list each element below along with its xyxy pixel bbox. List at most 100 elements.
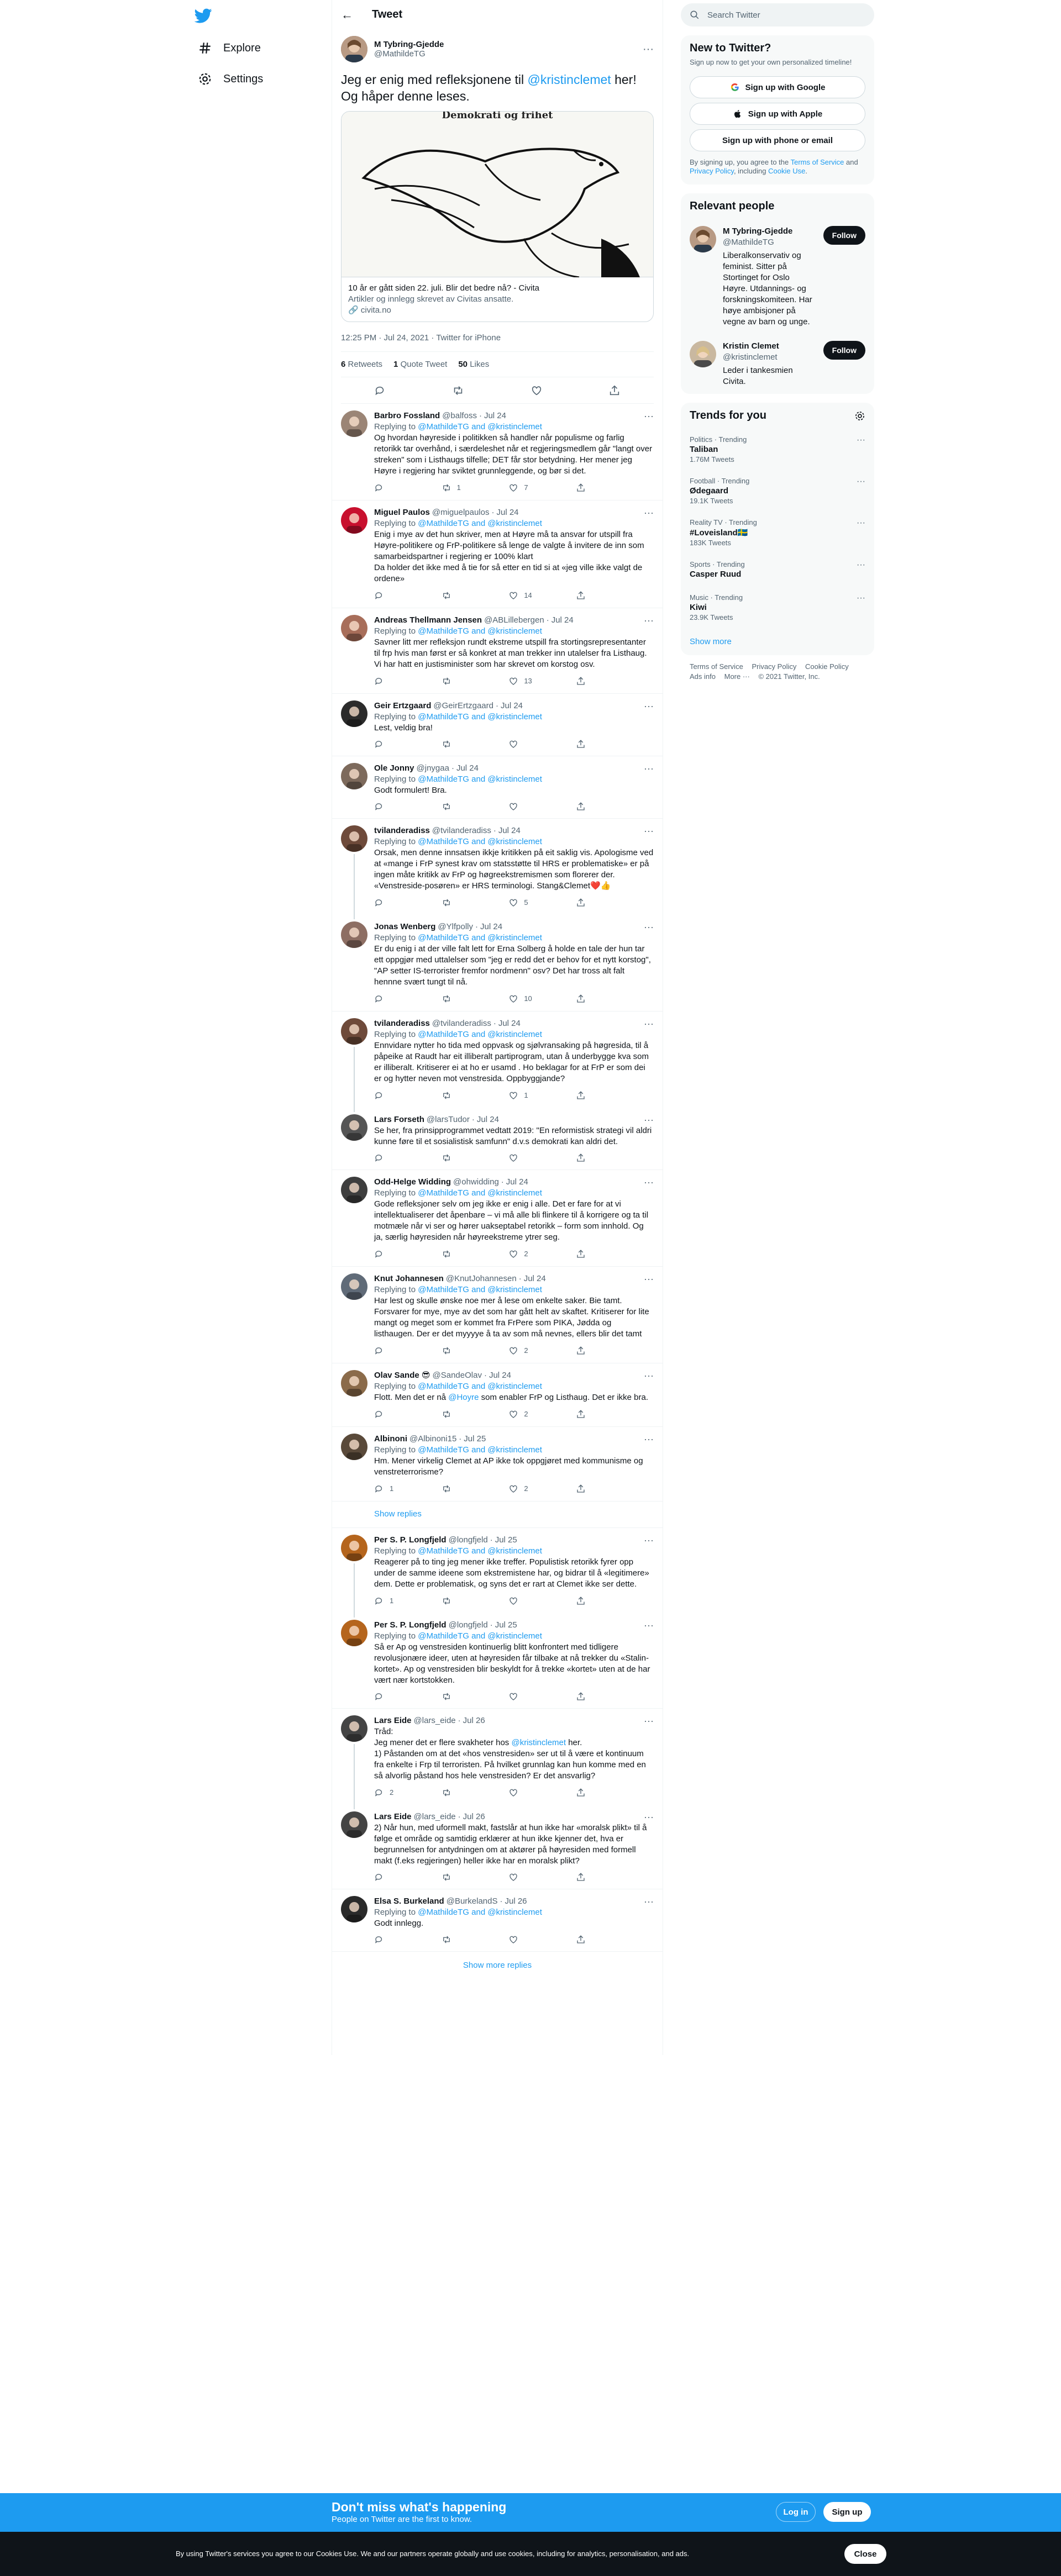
reply-action[interactable] xyxy=(374,1153,407,1163)
author-name[interactable]: M Tybring-Gjedde xyxy=(374,40,444,49)
reply-date[interactable]: Jul 25 xyxy=(464,1434,486,1445)
reply-tweet[interactable]: Albinoni @Albinoni15 · Jul 25 ··· Replying to… xyxy=(332,1427,663,1502)
replying-to-link[interactable]: @MathildeTG and @kristinclemet xyxy=(418,1445,542,1455)
replying-to-link[interactable]: @MathildeTG and @kristinclemet xyxy=(418,1382,542,1391)
reply-tweet[interactable]: Andreas Thellmann Jensen @ABLillebergen · J… xyxy=(332,608,663,694)
like-action[interactable]: 2 xyxy=(508,1409,542,1420)
retweets-stat[interactable]: 6 Retweets xyxy=(341,360,382,369)
reply-date[interactable]: Jul 24 xyxy=(498,825,521,836)
more-icon[interactable]: ··· xyxy=(644,700,654,712)
reply-author-handle[interactable]: @Ylfpolly xyxy=(438,921,473,933)
trend-item[interactable]: Football · Trending Ødegaard 19.1K Tweets ·… xyxy=(681,470,874,512)
show-more-trends[interactable]: Show more xyxy=(681,628,874,655)
replying-to-link[interactable]: @MathildeTG and @kristinclemet xyxy=(418,1908,542,1917)
avatar[interactable] xyxy=(341,1620,367,1646)
footer-ads[interactable]: Ads info xyxy=(690,672,716,681)
avatar[interactable] xyxy=(341,1811,367,1838)
retweet-action[interactable] xyxy=(442,1153,475,1163)
replying-to-link[interactable]: @MathildeTG and @kristinclemet xyxy=(418,933,542,942)
reply-author-name[interactable]: Jonas Wenberg xyxy=(374,921,435,933)
reply-tweet[interactable]: Olav Sande 😎 @SandeOlav · Jul 24 ··· Replying… xyxy=(332,1363,663,1427)
share-action[interactable] xyxy=(576,1595,609,1606)
reply-date[interactable]: Jul 25 xyxy=(495,1535,517,1546)
share-action[interactable] xyxy=(576,1692,609,1701)
author-handle[interactable]: @MathildeTG xyxy=(374,49,444,59)
reply-author-handle[interactable]: @larsTudor xyxy=(427,1114,470,1125)
retweet-action[interactable] xyxy=(442,1787,475,1798)
more-icon[interactable]: ··· xyxy=(644,1273,654,1284)
avatar[interactable] xyxy=(690,226,716,252)
mention-link[interactable]: @Hoyre xyxy=(448,1393,479,1402)
share-action[interactable] xyxy=(576,1249,609,1260)
reply-author-name[interactable]: Geir Ertzgaard xyxy=(374,700,431,712)
share-action[interactable] xyxy=(576,482,609,493)
reply-tweet[interactable]: Elsa S. Burkeland @BurkelandS · Jul 26 ··· Re… xyxy=(332,1889,663,1952)
reply-date[interactable]: Jul 24 xyxy=(501,700,523,712)
retweet-action[interactable] xyxy=(442,1692,475,1701)
more-icon[interactable]: ··· xyxy=(644,410,654,422)
reply-author-name[interactable]: Lars Eide xyxy=(374,1715,412,1726)
avatar[interactable] xyxy=(341,1018,367,1045)
more-icon[interactable]: ··· xyxy=(644,1811,654,1822)
footer-cookie[interactable]: Cookie Policy xyxy=(805,662,849,671)
reply-date[interactable]: Jul 24 xyxy=(489,1370,511,1381)
like-action[interactable] xyxy=(508,739,542,749)
share-action[interactable] xyxy=(576,1345,609,1356)
reply-action[interactable] xyxy=(374,1409,407,1420)
reply-action[interactable] xyxy=(374,1935,407,1945)
reply-action[interactable] xyxy=(374,1249,407,1260)
reply-author-handle[interactable]: @tvilanderadiss xyxy=(432,825,491,836)
more-icon[interactable]: ··· xyxy=(857,518,865,528)
share-action[interactable] xyxy=(576,993,609,1004)
reply-author-handle[interactable]: @balfoss xyxy=(442,410,477,422)
nav-explore[interactable]: Explore xyxy=(191,34,267,62)
retweet-action[interactable] xyxy=(442,1935,475,1945)
signup-button[interactable]: Sign up xyxy=(823,2502,871,2522)
trend-item[interactable]: Reality TV · Trending #Loveisland🇸🇪 183K T… xyxy=(681,512,874,554)
reply-author-name[interactable]: Albinoni xyxy=(374,1434,407,1445)
reply-author-handle[interactable]: @BurkelandS xyxy=(447,1896,498,1907)
like-action[interactable]: 7 xyxy=(508,482,542,493)
reply-action[interactable]: 2 xyxy=(374,1787,407,1798)
retweet-action[interactable] xyxy=(442,739,475,749)
reply-author-handle[interactable]: @longfjeld xyxy=(449,1535,488,1546)
more-icon[interactable]: ··· xyxy=(644,825,654,836)
reply-action[interactable] xyxy=(374,676,407,687)
reply-tweet[interactable]: Ole Jonny @jnygaa · Jul 24 ··· Replying to @M… xyxy=(332,756,663,819)
retweet-action[interactable] xyxy=(442,676,475,687)
more-icon[interactable]: ··· xyxy=(644,1177,654,1188)
trend-item[interactable]: Music · Trending Kiwi 23.9K Tweets ··· xyxy=(681,587,874,628)
link-card[interactable]: Demokrati og frihet 10 år er gått siden … xyxy=(341,111,654,322)
reply-author-name[interactable]: Ole Jonny xyxy=(374,763,414,774)
avatar[interactable] xyxy=(341,1114,367,1141)
share-action[interactable] xyxy=(576,1872,609,1882)
reply-author-handle[interactable]: @lars_eide xyxy=(414,1811,456,1822)
replying-to-link[interactable]: @MathildeTG and @kristinclemet xyxy=(418,837,542,846)
more-icon[interactable]: ··· xyxy=(644,1370,654,1381)
retweet-action[interactable] xyxy=(442,1090,475,1101)
signup-apple-button[interactable]: Sign up with Apple xyxy=(690,103,865,125)
like-action[interactable]: 5 xyxy=(508,897,542,908)
avatar[interactable] xyxy=(341,1715,367,1742)
like-action[interactable] xyxy=(508,1787,542,1798)
more-icon[interactable]: ··· xyxy=(644,1434,654,1445)
retweet-action[interactable] xyxy=(442,897,475,908)
reply-author-handle[interactable]: @tvilanderadiss xyxy=(432,1018,491,1029)
like-action[interactable]: 13 xyxy=(508,676,542,687)
like-action[interactable] xyxy=(508,802,542,812)
avatar[interactable] xyxy=(341,763,367,789)
cookie-close-button[interactable]: Close xyxy=(844,2544,886,2564)
reply-date[interactable]: Jul 25 xyxy=(495,1620,517,1631)
replying-to-link[interactable]: @MathildeTG and @kristinclemet xyxy=(418,1285,542,1294)
replying-to-link[interactable]: @MathildeTG and @kristinclemet xyxy=(418,775,542,784)
reply-author-handle[interactable]: @miguelpaulos xyxy=(432,507,490,518)
avatar[interactable] xyxy=(341,507,367,534)
replying-to-link[interactable]: @MathildeTG and @kristinclemet xyxy=(418,422,542,431)
reply-action[interactable] xyxy=(374,993,407,1004)
retweet-action[interactable] xyxy=(442,1249,475,1260)
reply-action[interactable] xyxy=(374,1692,407,1701)
trend-item[interactable]: Sports · Trending Casper Ruud ··· xyxy=(681,554,874,587)
person-name[interactable]: M Tybring-Gjedde xyxy=(723,226,817,237)
more-icon[interactable]: ··· xyxy=(644,1620,654,1631)
reply-date[interactable]: Jul 24 xyxy=(480,921,502,933)
